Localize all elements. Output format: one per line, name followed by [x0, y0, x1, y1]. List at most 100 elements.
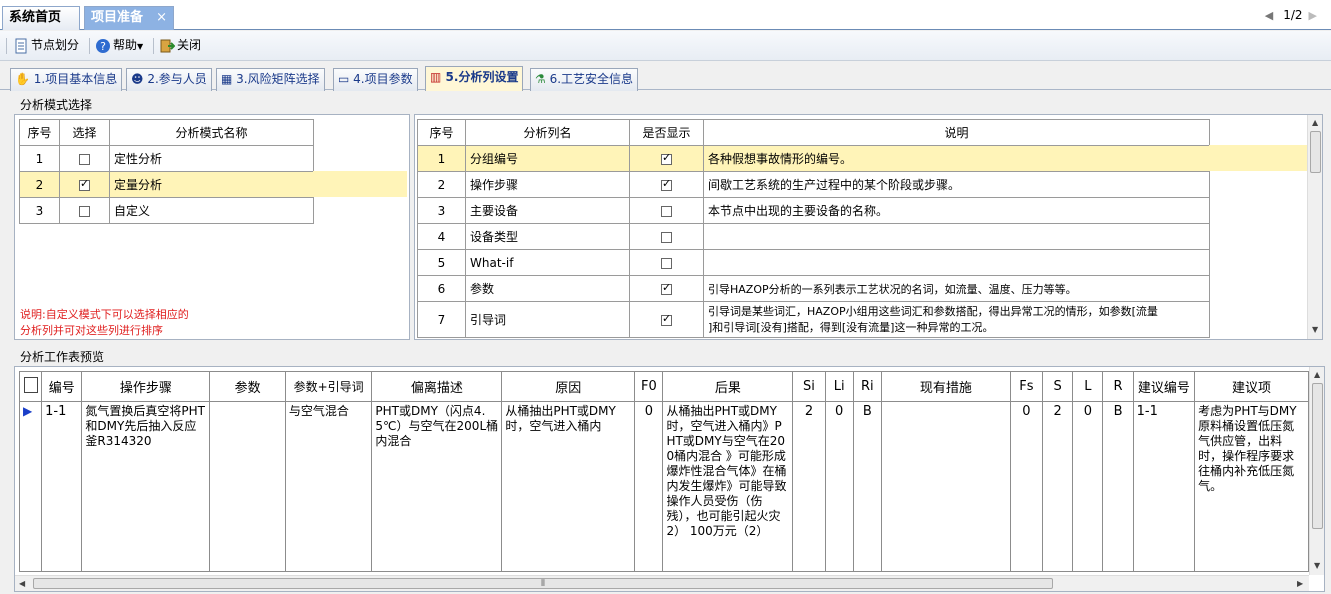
scroll-down-icon[interactable]: ▼ — [1314, 561, 1320, 570]
ws-cell-consequence: 从桶抽出PHT或DMY时，空气进入桶内》PHT或DMY与空气在200桶内混合 》… — [662, 401, 794, 572]
mode-table: 序号 选择 分析模式名称 1 定性分析 2 定量分析 3 自定义 — [19, 119, 314, 224]
ws-header-li: Li — [824, 371, 854, 402]
col-row-desc — [703, 249, 1210, 276]
mode-header-select: 选择 — [59, 119, 110, 146]
scroll-thumb[interactable]: ⦀ — [33, 578, 1053, 589]
help-button[interactable]: ? 帮助▼ — [95, 35, 143, 57]
table-row[interactable]: 5 What-if — [417, 249, 1210, 276]
form-icon: ▭ — [338, 72, 350, 86]
col-row-show[interactable] — [629, 249, 704, 276]
ws-header-param: 参数 — [209, 371, 286, 402]
ws-header-deviation: 偏离描述 — [371, 371, 503, 402]
col-row-desc — [703, 223, 1210, 250]
scroll-up-icon[interactable]: ▲ — [1312, 118, 1318, 127]
mode-note-line2: 分析列并可对这些列进行排序 — [20, 324, 163, 337]
selected-row-fill — [313, 171, 407, 197]
hand-icon: ✋ — [15, 72, 30, 86]
ws-header-suggestion-id: 建议编号 — [1132, 371, 1196, 402]
toolbar: 节点划分 ? 帮助▼ 关闭 — [0, 31, 1331, 61]
ws-header-measures: 现有措施 — [880, 371, 1011, 402]
scroll-right-icon[interactable]: ▶ — [1297, 579, 1303, 588]
tab-process-safety[interactable]: ⚗ 6.工艺安全信息 — [530, 68, 639, 91]
mode-row-name: 定量分析 — [109, 171, 314, 198]
tab-process-safety-label: 6.工艺安全信息 — [549, 72, 634, 86]
flask-icon: ⚗ — [535, 72, 546, 86]
table-row[interactable]: 1 分组编号 各种假想事故情形的编号。 — [417, 145, 1210, 172]
col-row-desc: 引导词是某些词汇，HAZOP小组用这些词汇和参数搭配，得出异常工况的情形，如参数… — [703, 301, 1210, 338]
col-row-show[interactable] — [629, 223, 704, 250]
nodes-button[interactable]: 节点划分 — [13, 35, 79, 57]
close-button-label: 关闭 — [177, 38, 202, 52]
col-row-no: 5 — [417, 249, 466, 276]
ws-cell-f0: 0 — [634, 401, 664, 572]
ws-header-ri: Ri — [852, 371, 882, 402]
checkbox[interactable] — [661, 177, 672, 191]
tab-risk-matrix[interactable]: ▦ 3.风险矩阵选择 — [216, 68, 325, 91]
worksheet-horizontal-scrollbar[interactable]: ◀ ⦀ ▶ — [15, 575, 1309, 591]
ws-cell-suggestion: 考虑为PHT与DMY原料桶设置低压氮气供应管，出料时，操作程序要求往桶内补充低压… — [1194, 401, 1309, 572]
scroll-thumb[interactable] — [1310, 131, 1321, 173]
table-row[interactable]: 1 定性分析 — [19, 145, 314, 172]
ws-cell-li: 0 — [824, 401, 854, 572]
mode-note-line1: 说明:自定义模式下可以选择相应的 — [20, 308, 189, 321]
columns-vertical-scrollbar[interactable]: ▲ ▼ — [1307, 115, 1322, 339]
mode-header-name: 分析模式名称 — [109, 119, 314, 146]
close-icon[interactable]: × — [156, 7, 167, 29]
columns-table: 序号 分析列名 是否显示 说明 1 分组编号 各种假想事故情形的编号。 2 操作… — [417, 119, 1210, 338]
page-indicator: 1/2 — [1283, 8, 1303, 22]
doc-tab-home[interactable]: 系统首页 — [2, 6, 80, 30]
scroll-up-icon[interactable]: ▲ — [1314, 370, 1320, 379]
checkbox[interactable] — [661, 231, 672, 243]
col-row-show[interactable] — [629, 171, 704, 198]
tab-project-info[interactable]: ✋ 1.项目基本信息 — [10, 68, 123, 91]
table-row[interactable]: ▶ 1-1 氮气置换后真空将PHT和DMY先后抽入反应釜R314320 与空气混… — [18, 401, 1309, 572]
table-row[interactable]: 2 定量分析 — [19, 171, 314, 198]
close-button[interactable]: 关闭 — [159, 35, 201, 57]
worksheet-section-title: 分析工作表预览 — [20, 350, 105, 364]
table-row[interactable]: 3 主要设备 本节点中出现的主要设备的名称。 — [417, 197, 1210, 224]
table-row[interactable]: 3 自定义 — [19, 197, 314, 224]
svg-text:?: ? — [100, 40, 106, 53]
col-row-name: What-if — [465, 249, 630, 276]
col-row-show[interactable] — [629, 301, 704, 338]
checkbox[interactable] — [661, 151, 672, 165]
scroll-left-icon[interactable]: ◀ — [19, 579, 25, 588]
col-row-show[interactable] — [629, 275, 704, 302]
checkbox[interactable] — [79, 205, 90, 217]
table-row[interactable]: 4 设备类型 — [417, 223, 1210, 250]
checkbox[interactable] — [661, 281, 672, 295]
tab-participants[interactable]: ☻ 2.参与人员 — [126, 68, 212, 91]
col-row-no: 2 — [417, 171, 466, 198]
checkbox[interactable] — [79, 177, 90, 191]
col-row-no: 4 — [417, 223, 466, 250]
checkbox[interactable] — [661, 257, 672, 269]
worksheet-vertical-scrollbar[interactable]: ▲ ▼ — [1309, 367, 1324, 575]
checkbox[interactable] — [79, 153, 90, 165]
col-row-show[interactable] — [629, 197, 704, 224]
previous-page-icon[interactable]: ◀ — [1265, 9, 1273, 22]
col-row-desc: 引导HAZOP分析的一系列表示工艺状况的名词，如流量、温度、压力等等。 — [703, 275, 1210, 302]
table-row[interactable]: 7 引导词 引导词是某些词汇，HAZOP小组用这些词汇和参数搭配，得出异常工况的… — [417, 301, 1210, 338]
user-icon: ☻ — [131, 72, 144, 86]
col-row-desc-line2: ]和引导词[没有]搭配，得到[没有流量]这一种异常的工况。 — [708, 320, 994, 334]
next-page-icon[interactable]: ▶ — [1309, 9, 1317, 22]
mode-row-check[interactable] — [59, 145, 110, 172]
table-row[interactable]: 2 操作步骤 间歇工艺系统的生产过程中的某个阶段或步骤。 — [417, 171, 1210, 198]
col-header-no: 序号 — [417, 119, 466, 146]
scroll-down-icon[interactable]: ▼ — [1312, 325, 1318, 334]
select-all-box[interactable] — [23, 376, 38, 393]
col-row-show[interactable] — [629, 145, 704, 172]
doc-tab-project[interactable]: 项目准备 × — [84, 6, 174, 30]
checkbox[interactable] — [661, 205, 672, 217]
scroll-thumb[interactable] — [1312, 383, 1323, 529]
tab-project-params[interactable]: ▭ 4.项目参数 — [333, 68, 418, 91]
settings-tab-bar: ✋ 1.项目基本信息 ☻ 2.参与人员 ▦ 3.风险矩阵选择 ▭ 4.项目参数 … — [0, 64, 1331, 91]
mode-row-check[interactable] — [59, 197, 110, 224]
table-row[interactable]: 6 参数 引导HAZOP分析的一系列表示工艺状况的名词，如流量、温度、压力等等。 — [417, 275, 1210, 302]
mode-row-check[interactable] — [59, 171, 110, 198]
checkbox[interactable] — [661, 312, 672, 326]
row-pointer: ▶ — [18, 401, 43, 572]
ws-header-suggestion: 建议项 — [1194, 371, 1309, 402]
tab-analysis-columns[interactable]: ▥ 5.分析列设置 — [425, 66, 524, 91]
row-pointer-icon: ▶ — [23, 404, 33, 418]
